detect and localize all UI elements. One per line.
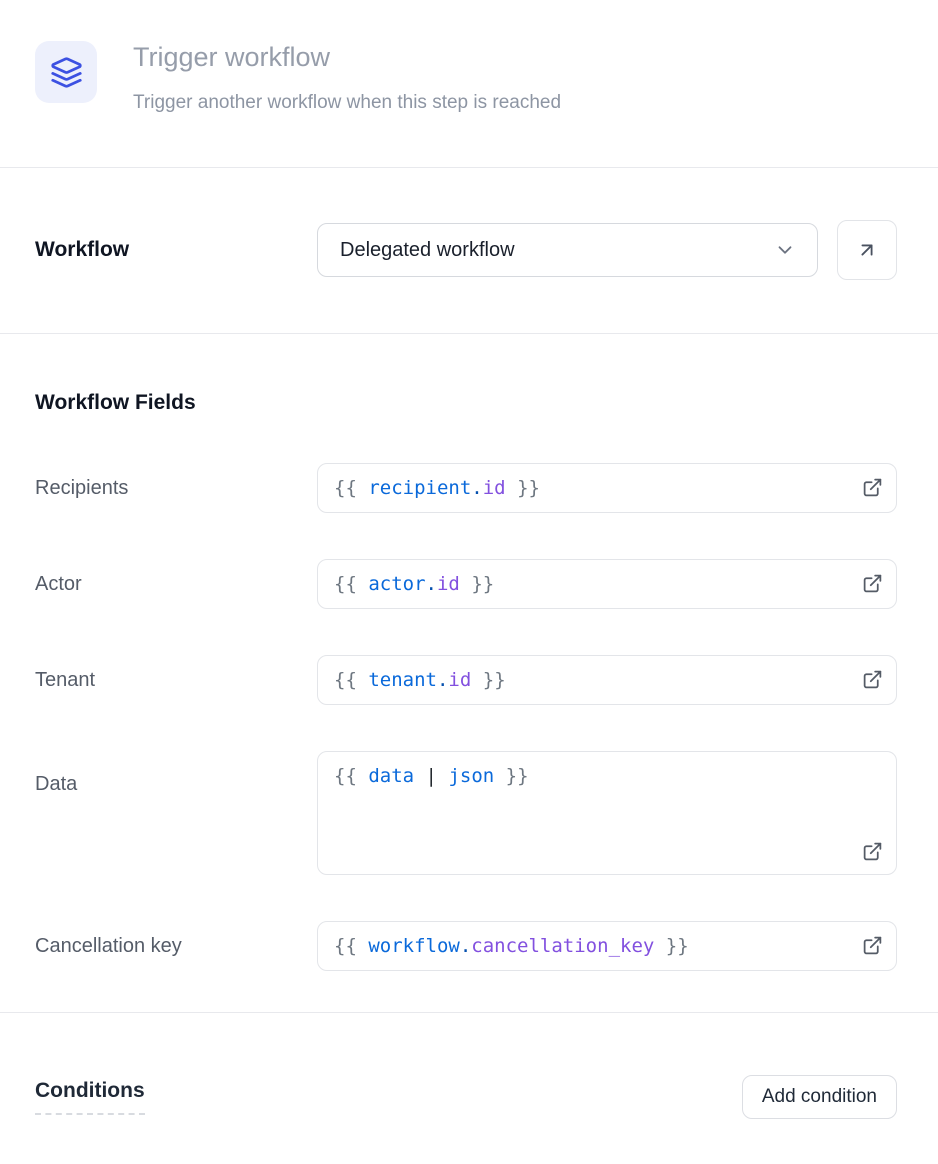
workflow-select[interactable]: Delegated workflow bbox=[317, 223, 818, 277]
liquid-input-data[interactable]: {{ data | json }} bbox=[317, 751, 897, 875]
step-icon-box bbox=[35, 41, 97, 103]
field-row-recipients: Recipients {{ recipient.id }} bbox=[35, 463, 897, 513]
field-label-actor: Actor bbox=[35, 573, 317, 596]
field-label-data: Data bbox=[35, 773, 317, 796]
liquid-template-value: {{ data | json }} bbox=[334, 765, 529, 787]
step-heading-group: Trigger workflow Trigger another workflo… bbox=[133, 41, 561, 114]
conditions-heading: Conditions bbox=[35, 1079, 145, 1115]
workflow-select-value: Delegated workflow bbox=[340, 239, 515, 262]
trigger-workflow-panel: Trigger workflow Trigger another workflo… bbox=[0, 0, 938, 1119]
liquid-template-value: {{ workflow.cancellation_key }} bbox=[334, 935, 689, 957]
layers-icon bbox=[50, 56, 83, 89]
step-title[interactable]: Trigger workflow bbox=[133, 41, 561, 74]
liquid-input-tenant[interactable]: {{ tenant.id }} bbox=[317, 655, 897, 705]
liquid-template-value: {{ actor.id }} bbox=[334, 573, 494, 595]
chevron-down-icon bbox=[774, 239, 796, 261]
workflow-fields-list: Recipients {{ recipient.id }} Actor {{ act… bbox=[35, 463, 897, 971]
workflow-label: Workflow bbox=[35, 238, 317, 262]
external-link-icon[interactable] bbox=[862, 573, 883, 594]
field-label-tenant: Tenant bbox=[35, 669, 317, 692]
field-label-cancellation-key: Cancellation key bbox=[35, 935, 317, 958]
liquid-input-actor[interactable]: {{ actor.id }} bbox=[317, 559, 897, 609]
field-row-data: Data {{ data | json }} bbox=[35, 751, 897, 875]
conditions-section: Conditions Add condition bbox=[0, 1013, 938, 1119]
divider bbox=[0, 333, 938, 334]
step-header: Trigger workflow Trigger another workflo… bbox=[0, 0, 938, 167]
field-label-recipients: Recipients bbox=[35, 477, 317, 500]
arrow-up-right-icon bbox=[856, 239, 878, 261]
step-subtitle: Trigger another workflow when this step … bbox=[133, 91, 561, 114]
field-row-tenant: Tenant {{ tenant.id }} bbox=[35, 655, 897, 705]
external-link-icon[interactable] bbox=[862, 935, 883, 956]
external-link-icon[interactable] bbox=[862, 477, 883, 498]
liquid-template-value: {{ tenant.id }} bbox=[334, 669, 506, 691]
workflow-fields-heading: Workflow Fields bbox=[35, 391, 897, 415]
liquid-input-recipients[interactable]: {{ recipient.id }} bbox=[317, 463, 897, 513]
workflow-select-row: Workflow Delegated workflow bbox=[0, 168, 938, 333]
liquid-input-cancellation-key[interactable]: {{ workflow.cancellation_key }} bbox=[317, 921, 897, 971]
workflow-fields-section: Workflow Fields Recipients {{ recipient.i… bbox=[0, 391, 938, 1012]
field-row-cancellation-key: Cancellation key {{ workflow.cancellation… bbox=[35, 921, 897, 971]
add-condition-button[interactable]: Add condition bbox=[742, 1075, 897, 1119]
external-link-icon[interactable] bbox=[862, 669, 883, 690]
liquid-template-value: {{ recipient.id }} bbox=[334, 477, 540, 499]
external-link-icon[interactable] bbox=[862, 841, 883, 862]
field-row-actor: Actor {{ actor.id }} bbox=[35, 559, 897, 609]
open-workflow-button[interactable] bbox=[837, 220, 897, 280]
